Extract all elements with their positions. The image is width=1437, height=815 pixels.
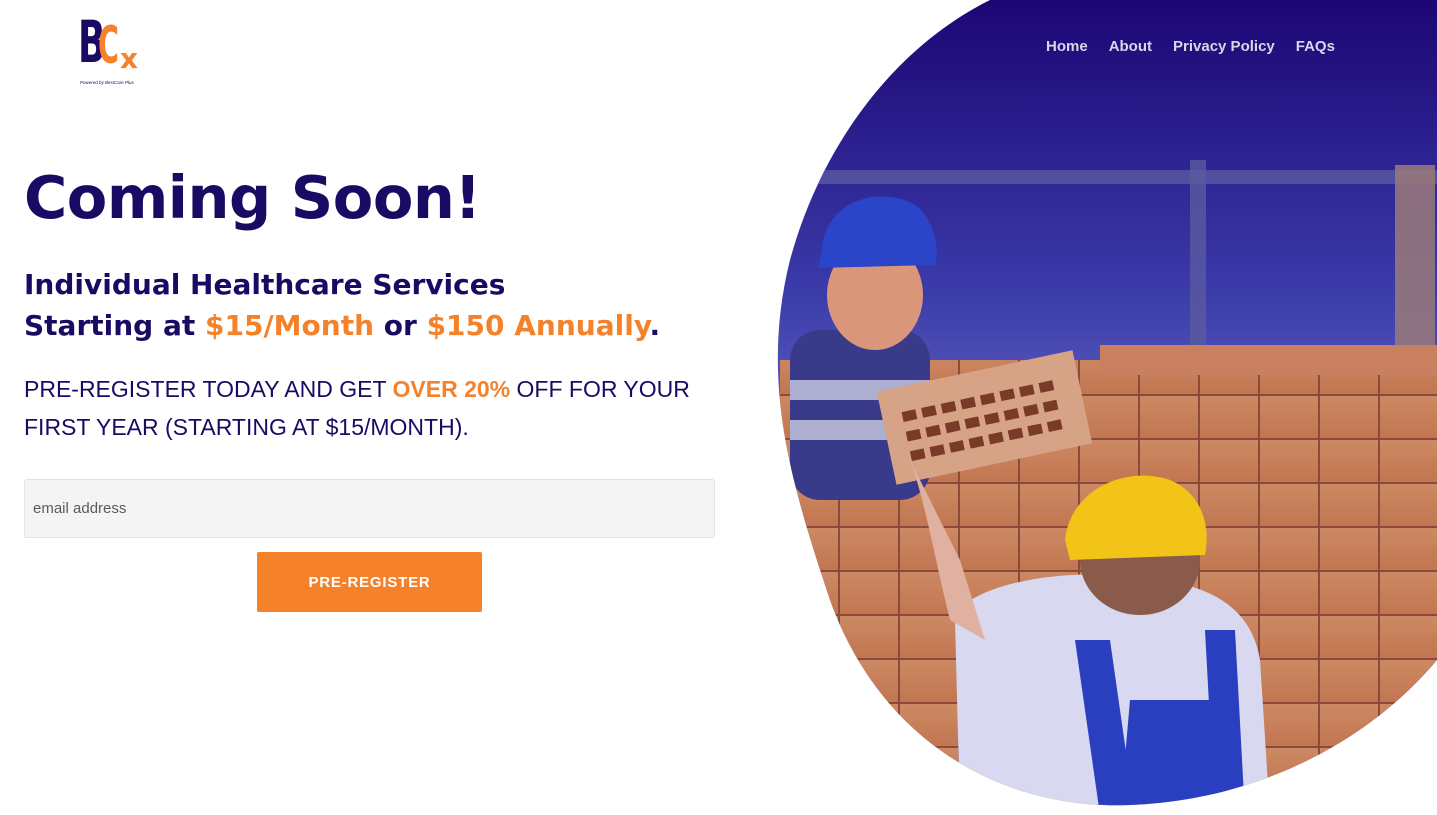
- price-monthly: $15/Month: [205, 309, 375, 342]
- pricing-subtitle: Individual Healthcare Services Starting …: [24, 264, 660, 346]
- page-title: Coming Soon!: [24, 163, 481, 232]
- subtitle-line-1: Individual Healthcare Services: [24, 268, 506, 301]
- subtitle-prefix: Starting at: [24, 309, 205, 342]
- subtitle-end: .: [649, 309, 661, 342]
- promo-text: PRE-REGISTER TODAY AND GET OVER 20% OFF …: [24, 370, 724, 446]
- brand-logo[interactable]: B C x Powered by BestCare Plus: [78, 6, 140, 88]
- pre-register-button[interactable]: PRE-REGISTER: [257, 552, 482, 612]
- nav-about[interactable]: About: [1109, 37, 1152, 57]
- subtitle-or: or: [374, 309, 427, 342]
- price-annual: $150 Annually: [426, 309, 650, 342]
- nav-privacy-policy[interactable]: Privacy Policy: [1173, 37, 1275, 57]
- logo-tagline: Powered by BestCare Plus: [80, 80, 134, 85]
- nav-home[interactable]: Home: [1046, 37, 1088, 57]
- promo-prefix: PRE-REGISTER TODAY AND GET: [24, 376, 393, 402]
- promo-highlight: OVER 20%: [392, 376, 511, 402]
- main-nav: Home About Privacy Policy FAQs: [1046, 37, 1335, 57]
- email-input[interactable]: [24, 479, 715, 538]
- nav-faqs[interactable]: FAQs: [1296, 37, 1335, 57]
- logo-letter-x: x: [120, 42, 139, 75]
- logo-letter-c: C: [98, 16, 119, 76]
- subtitle-line-2: Starting at $15/Month or $150 Annually.: [24, 305, 660, 346]
